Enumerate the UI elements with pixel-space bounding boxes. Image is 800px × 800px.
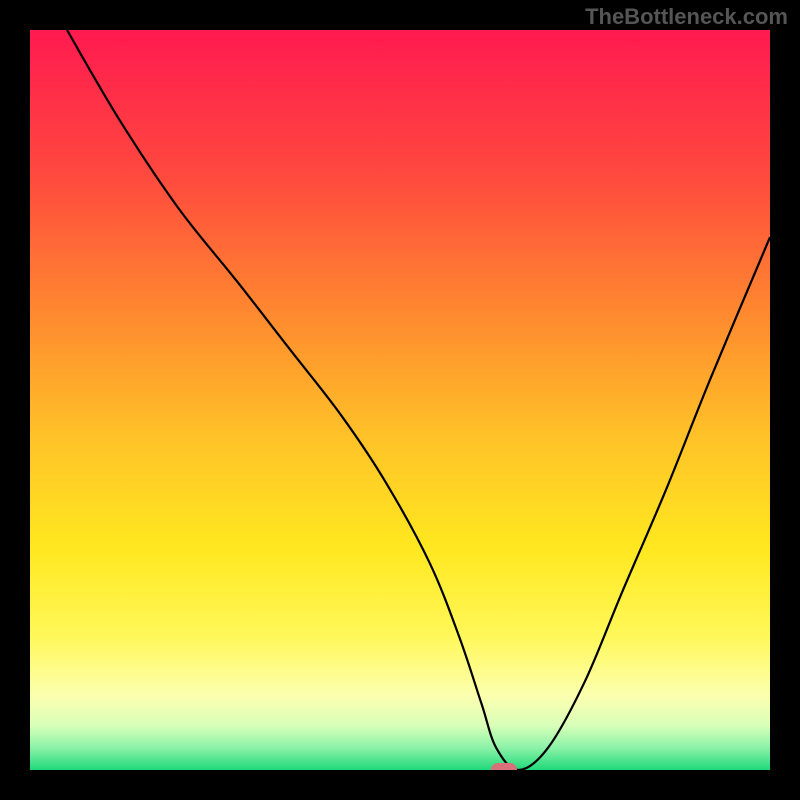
chart-minimum-marker	[491, 763, 517, 770]
watermark-text: TheBottleneck.com	[585, 4, 788, 30]
plot-area	[30, 30, 770, 770]
chart-curve	[30, 30, 770, 770]
